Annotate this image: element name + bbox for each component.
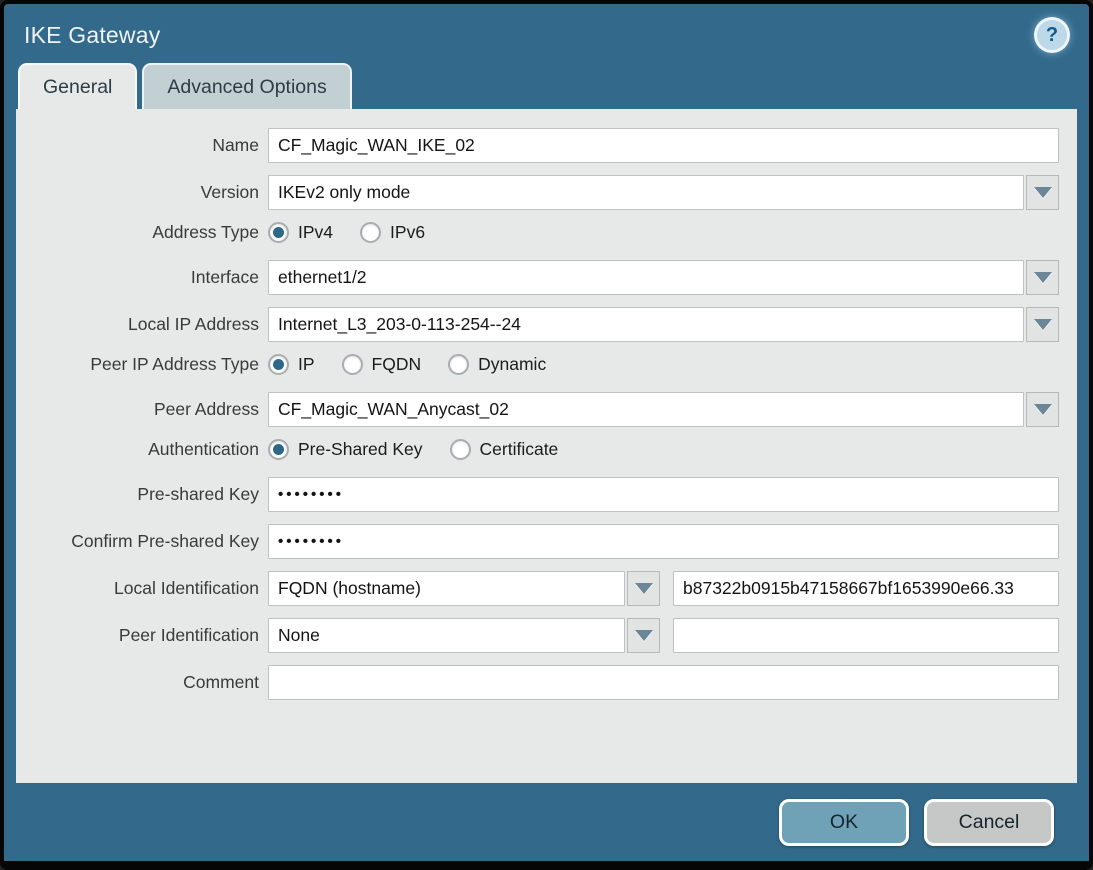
confirm-pre-shared-key-row: Confirm Pre-shared Key	[16, 524, 1059, 559]
interface-label: Interface	[16, 267, 259, 288]
local-identification-row: Local Identification	[16, 571, 1059, 606]
peer-identification-value-input[interactable]	[673, 618, 1059, 653]
peer-address-row: Peer Address	[16, 392, 1059, 427]
local-ip-address-dropdown-button[interactable]	[1026, 307, 1059, 342]
peer-address-dropdown-button[interactable]	[1026, 392, 1059, 427]
pre-shared-key-input[interactable]	[268, 477, 1059, 512]
peer-identification-type-select[interactable]	[268, 618, 625, 653]
dropdown-arrow-icon	[635, 630, 653, 641]
interface-select-input[interactable]	[268, 260, 1024, 295]
tab-bar: General Advanced Options	[4, 62, 1089, 109]
version-select-input[interactable]	[268, 175, 1024, 210]
radio-certificate	[450, 439, 471, 460]
local-identification-label: Local Identification	[16, 578, 259, 599]
dropdown-arrow-icon	[1034, 187, 1052, 198]
name-label: Name	[16, 135, 259, 156]
peer-identification-label: Peer Identification	[16, 625, 259, 646]
address-type-ipv4-option[interactable]: IPv4	[268, 222, 333, 243]
address-type-row: Address Type IPv4 IPv6	[16, 222, 1059, 243]
cancel-button[interactable]: Cancel	[924, 799, 1054, 846]
name-input[interactable]	[268, 128, 1059, 163]
version-row: Version	[16, 175, 1059, 210]
peer-ip-type-ip-option[interactable]: IP	[268, 354, 315, 375]
ike-gateway-dialog: IKE Gateway ? General Advanced Options N…	[0, 0, 1093, 870]
version-label: Version	[16, 182, 259, 203]
address-type-label: Address Type	[16, 222, 259, 243]
version-dropdown-button[interactable]	[1026, 175, 1059, 210]
address-type-ipv6-option[interactable]: IPv6	[360, 222, 425, 243]
comment-label: Comment	[16, 672, 259, 693]
peer-address-label: Peer Address	[16, 399, 259, 420]
auth-pre-shared-key-option[interactable]: Pre-Shared Key	[268, 439, 423, 460]
radio-pre-shared-key-selected	[268, 439, 289, 460]
dropdown-arrow-icon	[1034, 272, 1052, 283]
dialog-title: IKE Gateway	[24, 22, 1037, 49]
local-identification-dropdown-button[interactable]	[627, 571, 660, 606]
pre-shared-key-row: Pre-shared Key	[16, 477, 1059, 512]
dropdown-arrow-icon	[1034, 319, 1052, 330]
radio-dynamic	[448, 354, 469, 375]
local-ip-address-label: Local IP Address	[16, 314, 259, 335]
confirm-pre-shared-key-input[interactable]	[268, 524, 1059, 559]
local-identification-value-input[interactable]	[673, 571, 1059, 606]
tab-advanced-options[interactable]: Advanced Options	[142, 63, 351, 109]
interface-row: Interface	[16, 260, 1059, 295]
local-ip-address-row: Local IP Address	[16, 307, 1059, 342]
authentication-row: Authentication Pre-Shared Key Certificat…	[16, 439, 1059, 460]
dropdown-arrow-icon	[1034, 404, 1052, 415]
tab-general[interactable]: General	[18, 63, 137, 109]
name-row: Name	[16, 128, 1059, 163]
confirm-pre-shared-key-label: Confirm Pre-shared Key	[16, 531, 259, 552]
peer-ip-address-type-row: Peer IP Address Type IP FQDN Dynamic	[16, 354, 1059, 375]
radio-ipv4-selected	[268, 222, 289, 243]
general-tab-panel: Name Version Address Type IPv4	[16, 109, 1077, 783]
comment-input[interactable]	[268, 665, 1059, 700]
help-icon[interactable]: ?	[1037, 20, 1067, 50]
peer-identification-row: Peer Identification	[16, 618, 1059, 653]
peer-ip-type-fqdn-option[interactable]: FQDN	[342, 354, 422, 375]
interface-dropdown-button[interactable]	[1026, 260, 1059, 295]
authentication-label: Authentication	[16, 439, 259, 460]
peer-ip-type-dynamic-option[interactable]: Dynamic	[448, 354, 546, 375]
dialog-footer: OK Cancel	[4, 783, 1089, 861]
peer-address-select-input[interactable]	[268, 392, 1024, 427]
peer-identification-dropdown-button[interactable]	[627, 618, 660, 653]
dialog-titlebar: IKE Gateway ?	[4, 4, 1089, 62]
dropdown-arrow-icon	[635, 583, 653, 594]
radio-fqdn	[342, 354, 363, 375]
peer-ip-address-type-label: Peer IP Address Type	[16, 354, 259, 375]
local-identification-type-select[interactable]	[268, 571, 625, 606]
comment-row: Comment	[16, 665, 1059, 700]
pre-shared-key-label: Pre-shared Key	[16, 484, 259, 505]
radio-ip-selected	[268, 354, 289, 375]
auth-certificate-option[interactable]: Certificate	[450, 439, 559, 460]
local-ip-address-select-input[interactable]	[268, 307, 1024, 342]
ok-button[interactable]: OK	[779, 799, 909, 846]
radio-ipv6	[360, 222, 381, 243]
